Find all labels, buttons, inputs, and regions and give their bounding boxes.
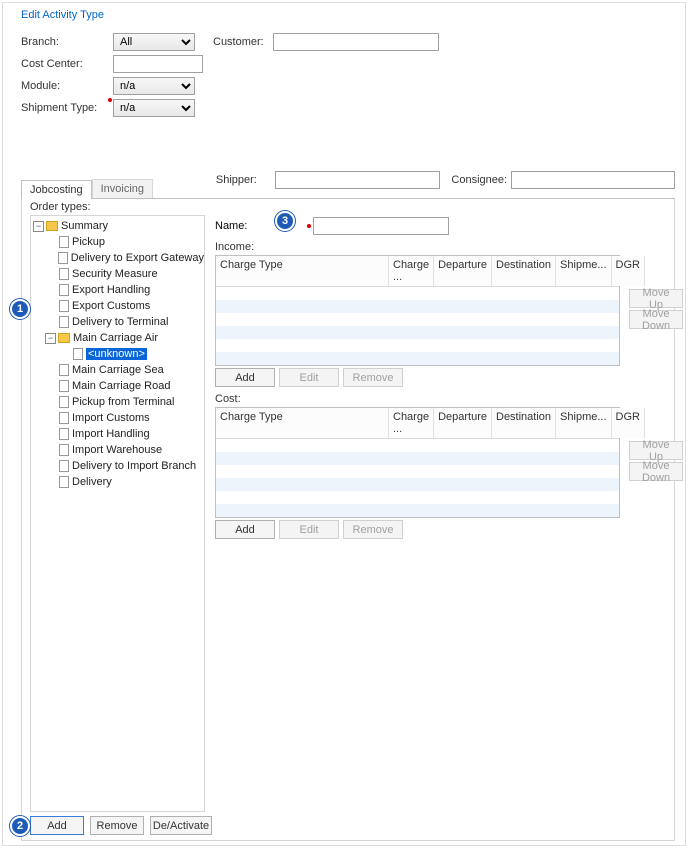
income-moveup-button[interactable]: Move Up [629,289,683,308]
costcenter-input[interactable] [113,55,203,73]
page-icon [59,412,69,424]
col-destination[interactable]: Destination [492,256,556,286]
col-dgr[interactable]: DGR [612,408,645,438]
cost-movedown-button[interactable]: Move Down [629,462,683,481]
page-icon [59,476,69,488]
callout-badge-3: 3 [275,211,295,231]
page-icon [59,396,69,408]
shipmenttype-label: Shipment Type: [21,102,113,114]
cost-label: Cost: [215,393,668,405]
col-charge-type[interactable]: Charge Type [216,256,389,286]
page-icon [59,444,69,456]
cost-add-button[interactable]: Add [215,520,275,539]
page-icon [59,460,69,472]
tree-item[interactable]: Pickup [72,236,105,248]
col-shipment[interactable]: Shipme... [556,256,611,286]
cost-edit-button[interactable]: Edit [279,520,339,539]
income-remove-button[interactable]: Remove [343,368,403,387]
income-label: Income: [215,241,668,253]
tree-item[interactable]: Export Handling [72,284,150,296]
branch-label: Branch: [21,36,113,48]
branch-select[interactable]: All [113,33,195,51]
tab-jobcosting[interactable]: Jobcosting [21,180,92,199]
shipmenttype-select[interactable]: n/a [113,99,195,117]
order-types-label: Order types: [30,201,91,213]
col-charge-n[interactable]: Charge ... [389,256,434,286]
col-charge-type[interactable]: Charge Type [216,408,389,438]
tree-item[interactable]: Export Customs [72,300,150,312]
page-icon [59,236,69,248]
bottom-remove-button[interactable]: Remove [90,816,144,835]
col-departure[interactable]: Departure [434,408,492,438]
cost-remove-button[interactable]: Remove [343,520,403,539]
required-indicator-icon [307,224,311,228]
income-add-button[interactable]: Add [215,368,275,387]
page-icon [73,348,83,360]
page-icon [59,300,69,312]
page-icon [59,364,69,376]
name-input[interactable] [313,217,449,235]
col-dgr[interactable]: DGR [612,256,645,286]
page-icon [58,252,68,264]
tree-item[interactable]: Delivery to Import Branch [72,460,196,472]
page-icon [59,316,69,328]
module-select[interactable]: n/a [113,77,195,95]
tree-item-expanded[interactable]: Main Carriage Air [73,332,158,344]
tree-item[interactable]: Import Handling [72,428,150,440]
tree-item[interactable]: Pickup from Terminal [72,396,175,408]
tree-item[interactable]: Delivery to Export Gateway [71,252,204,264]
tab-invoicing[interactable]: Invoicing [92,179,153,198]
tree-root-label[interactable]: Summary [61,220,108,232]
col-shipment[interactable]: Shipme... [556,408,611,438]
page-icon [59,268,69,280]
customer-input[interactable] [273,33,439,51]
col-destination[interactable]: Destination [492,408,556,438]
name-label: Name: [215,220,271,232]
customer-label: Customer: [213,36,273,48]
cost-moveup-button[interactable]: Move Up [629,441,683,460]
bottom-deactivate-button[interactable]: De/Activate [150,816,212,835]
cost-grid[interactable]: Charge Type Charge ... Departure Destina… [215,407,620,518]
income-grid[interactable]: Charge Type Charge ... Departure Destina… [215,255,620,366]
tree-item[interactable]: Security Measure [72,268,158,280]
tree-item[interactable]: Import Warehouse [72,444,162,456]
page-title: Edit Activity Type [21,9,104,21]
tree-collapse-icon[interactable]: − [45,333,56,344]
col-departure[interactable]: Departure [434,256,492,286]
page-icon [59,428,69,440]
costcenter-label: Cost Center: [21,58,113,70]
bottom-add-button[interactable]: Add [30,816,84,835]
callout-badge-1: 1 [10,299,30,319]
tree-item-selected[interactable]: <unknown> [86,348,147,360]
tree-item[interactable]: Import Customs [72,412,150,424]
income-edit-button[interactable]: Edit [279,368,339,387]
callout-badge-2: 2 [10,816,30,836]
folder-icon [46,221,58,231]
page-icon [59,284,69,296]
col-charge-n[interactable]: Charge ... [389,408,434,438]
income-movedown-button[interactable]: Move Down [629,310,683,329]
tree-item[interactable]: Delivery [72,476,112,488]
page-icon [59,380,69,392]
tree-item[interactable]: Delivery to Terminal [72,316,168,328]
tree-collapse-icon[interactable]: − [33,221,44,232]
module-label: Module: [21,80,113,92]
order-types-tree[interactable]: − Summary Pickup Delivery to Export Gatew… [30,215,205,812]
tree-item[interactable]: Main Carriage Road [72,380,170,392]
folder-icon [58,333,70,343]
tree-item[interactable]: Main Carriage Sea [72,364,164,376]
